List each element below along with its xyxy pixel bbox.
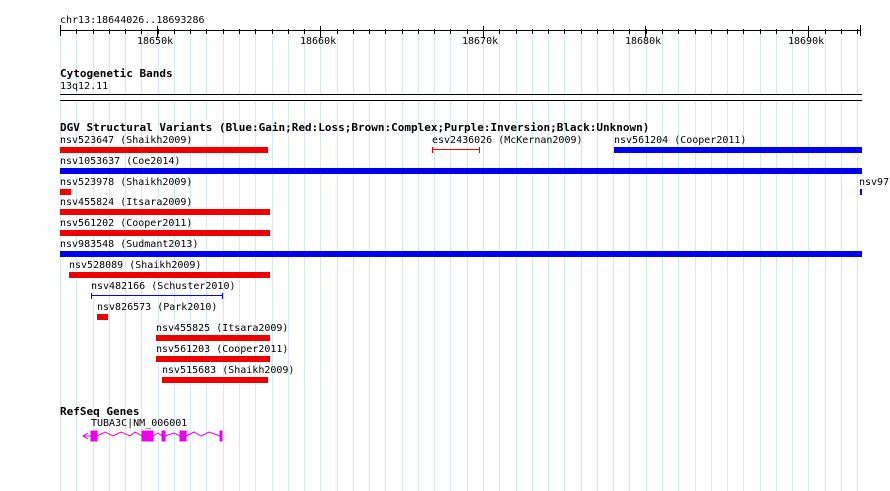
ruler-tick-minor — [223, 29, 224, 34]
ruler-tick-minor — [467, 29, 468, 34]
ruler-tick-minor — [158, 29, 159, 34]
ruler-tick-minor — [190, 29, 191, 34]
variant-label[interactable]: nsv561203 (Cooper2011) — [156, 344, 288, 355]
ruler-tick-minor — [499, 29, 500, 34]
gene-exon — [90, 430, 98, 442]
ruler-tick-minor — [109, 29, 110, 34]
variant-label[interactable]: nsv482166 (Schuster2010) — [91, 281, 236, 292]
ruler-tick-minor — [93, 29, 94, 34]
ruler-tick-minor — [125, 29, 126, 34]
tick-label-18660k: 18660k — [300, 36, 337, 47]
variant-label[interactable]: nsv455825 (Itsara2009) — [156, 323, 288, 334]
variant-label[interactable]: nsv826573 (Park2010) — [97, 302, 217, 313]
variant-bar[interactable] — [162, 377, 268, 383]
variant-label[interactable]: nsv97 — [859, 177, 889, 188]
ruler-tick-minor — [369, 29, 370, 34]
variant-label[interactable]: nsv561202 (Cooper2011) — [60, 218, 192, 229]
ruler-tick-minor — [629, 29, 630, 34]
ruler-tick-minor — [402, 29, 403, 34]
ruler-tick-minor — [678, 29, 679, 34]
variant-bar[interactable] — [69, 272, 270, 278]
variant-interval[interactable] — [432, 147, 480, 153]
variant-bar[interactable] — [60, 230, 270, 236]
ruler-tick-minor — [711, 29, 712, 34]
ruler-tick-minor — [581, 29, 582, 34]
variant-label[interactable]: nsv523978 (Shaikh2009) — [60, 177, 192, 188]
ruler-tick-minor — [646, 29, 647, 34]
variant-label[interactable]: nsv528089 (Shaikh2009) — [69, 260, 201, 271]
variant-interval[interactable] — [860, 189, 862, 195]
ruler-tick-minor — [532, 29, 533, 34]
cytoband-label[interactable]: 13q12.11 — [60, 81, 108, 92]
ruler-tick-minor — [76, 29, 77, 34]
ruler-tick-minor — [613, 29, 614, 34]
ruler-tick-minor — [385, 29, 386, 34]
ruler-tick-minor — [662, 29, 663, 34]
tick-label-18680k: 18680k — [625, 36, 662, 47]
variant-bar[interactable] — [614, 147, 862, 153]
cytoband-track-title: Cytogenetic Bands — [60, 67, 173, 80]
ruler-tick-minor — [255, 29, 256, 34]
variant-label[interactable]: nsv561204 (Cooper2011) — [614, 135, 746, 146]
ruler-tick-minor — [548, 29, 549, 34]
variant-label[interactable]: esv2436026 (McKernan2009) — [432, 135, 583, 146]
genome-browser-canvas: chr13:18644026..18693286 18650k 18660k 1… — [0, 0, 890, 491]
ruler-tick-minor — [841, 29, 842, 34]
ruler-tick-minor — [760, 29, 761, 34]
cytoband-ideogram[interactable] — [60, 94, 862, 101]
ruler-tick-minor — [776, 29, 777, 34]
variant-label[interactable]: nsv515683 (Shaikh2009) — [162, 365, 294, 376]
variant-label[interactable]: nsv1053637 (Coe2014) — [60, 156, 180, 167]
gene-exon — [179, 430, 187, 442]
gene-model-tuba3c[interactable] — [80, 428, 230, 444]
variant-bar[interactable] — [97, 314, 108, 320]
tick-label-18670k: 18670k — [462, 36, 499, 47]
variant-label[interactable]: nsv523647 (Shaikh2009) — [60, 135, 192, 146]
variant-bar[interactable] — [60, 147, 268, 153]
ruler-tick-minor — [418, 29, 419, 34]
ruler-tick-minor — [516, 29, 517, 34]
variant-interval[interactable] — [91, 293, 223, 299]
gene-exon — [219, 430, 223, 442]
variant-bar[interactable] — [60, 209, 270, 215]
ruler-tick-minor — [239, 29, 240, 34]
ruler-tick-minor — [695, 29, 696, 34]
ruler-line — [60, 30, 861, 31]
ruler-tick-minor — [60, 29, 61, 34]
ruler-tick-minor — [792, 29, 793, 34]
tick-label-18650k: 18650k — [137, 36, 174, 47]
tick-label-18690k: 18690k — [788, 36, 825, 47]
ruler-tick-minor — [450, 29, 451, 34]
dgv-track-title: DGV Structural Variants (Blue:Gain;Red:L… — [60, 121, 650, 134]
variant-bar[interactable] — [156, 335, 270, 341]
ruler-tick-minor — [434, 29, 435, 34]
ruler-tick-minor — [288, 29, 289, 34]
ruler-tick-minor — [337, 29, 338, 34]
gene-exon — [141, 430, 154, 442]
ruler-tick-minor — [564, 29, 565, 34]
ruler-tick-minor — [825, 29, 826, 34]
variant-bar[interactable] — [60, 251, 862, 257]
ruler-tick-minor — [206, 29, 207, 34]
refseq-track-title: RefSeq Genes — [60, 405, 140, 418]
variant-label[interactable]: nsv983548 (Sudmant2013) — [60, 239, 198, 250]
ruler-tick-minor — [353, 29, 354, 34]
ruler-tick-minor — [727, 29, 728, 34]
ruler-tick-minor — [857, 29, 858, 34]
ruler-tick-minor — [272, 29, 273, 34]
variant-bar[interactable] — [60, 168, 862, 174]
variant-bar[interactable] — [60, 189, 71, 195]
variant-label[interactable]: nsv455824 (Itsara2009) — [60, 197, 192, 208]
range-label: chr13:18644026..18693286 — [60, 15, 205, 26]
ruler-tick-minor — [304, 29, 305, 34]
ruler-tick-minor — [141, 29, 142, 34]
gene-exon — [161, 430, 166, 442]
ruler-tick-minor — [597, 29, 598, 34]
ruler-tick-minor — [743, 29, 744, 34]
variant-bar[interactable] — [156, 356, 270, 362]
ruler-tick-minor — [174, 29, 175, 34]
ruler-right-arrow — [860, 25, 861, 36]
